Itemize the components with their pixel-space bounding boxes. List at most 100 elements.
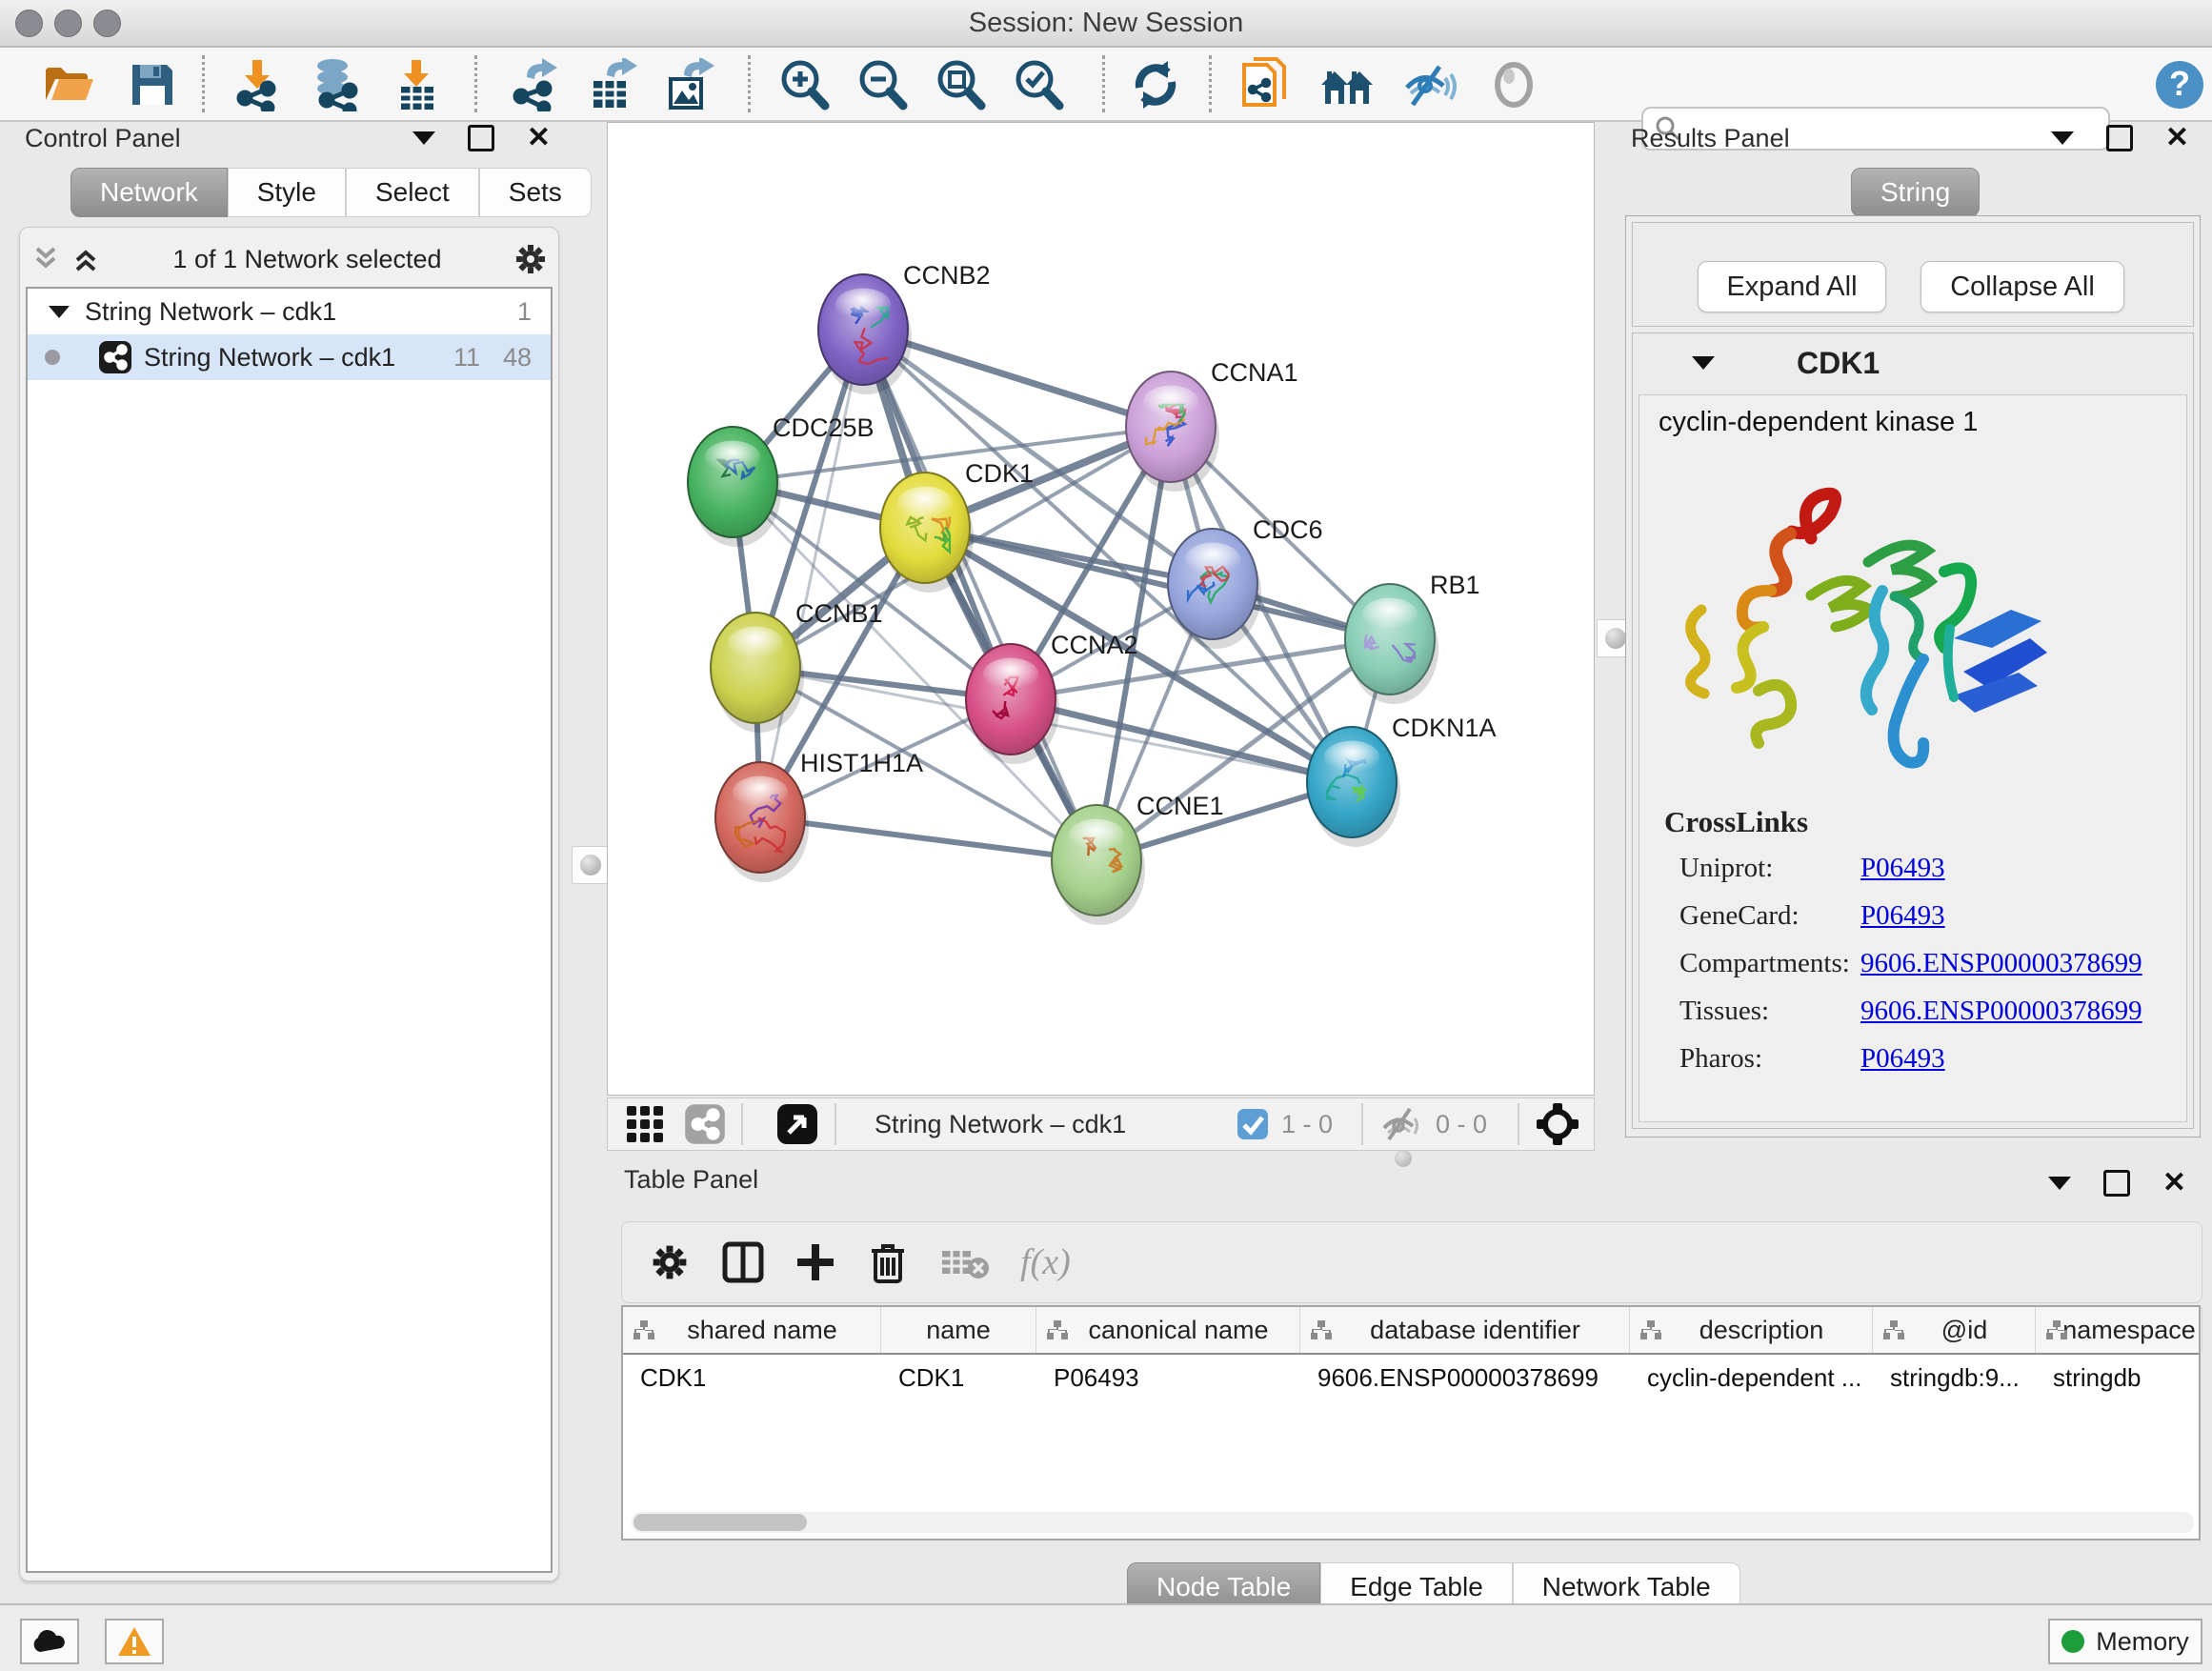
expand-all-icon[interactable]: [70, 243, 102, 275]
zoom-fit-icon[interactable]: [932, 57, 989, 112]
panel-menu-icon[interactable]: [2051, 131, 2074, 145]
network-share-icon: [98, 340, 132, 374]
network-node-HIST1H1A[interactable]: HIST1H1A: [715, 749, 923, 882]
network-node-CCNA1[interactable]: CCNA1: [1126, 358, 1298, 492]
hidden-eye-icon[interactable]: [1378, 1105, 1424, 1143]
table-cell[interactable]: stringdb: [2036, 1355, 2202, 1400]
network-collection-row[interactable]: String Network – cdk1 1: [28, 289, 551, 334]
toolbar-separator: [741, 1103, 743, 1145]
save-session-icon[interactable]: [124, 57, 181, 112]
crosslink-link[interactable]: P06493: [1860, 853, 1945, 884]
table-cell[interactable]: CDK1: [623, 1355, 881, 1400]
add-column-icon[interactable]: [794, 1240, 837, 1284]
birds-eye-view-icon[interactable]: [775, 1102, 819, 1146]
network-node-CDK1[interactable]: CDK1: [880, 459, 1034, 593]
column-header--id[interactable]: @id: [1873, 1307, 2036, 1353]
scrollbar-thumb[interactable]: [633, 1514, 807, 1531]
gear-icon[interactable]: [513, 241, 549, 277]
table-row[interactable]: CDK1CDK1P064939606.ENSP00000378699cyclin…: [623, 1355, 2199, 1400]
column-header-namespace[interactable]: namespace: [2036, 1307, 2202, 1353]
delete-table-icon[interactable]: [940, 1243, 990, 1281]
entry-expander-icon[interactable]: [1692, 356, 1715, 370]
import-network-from-database-icon[interactable]: [307, 57, 364, 112]
table-cell[interactable]: 9606.ENSP00000378699: [1300, 1355, 1630, 1400]
column-header-canonical-name[interactable]: canonical name: [1036, 1307, 1300, 1353]
float-panel-icon[interactable]: [2106, 125, 2133, 151]
table-cell[interactable]: CDK1: [881, 1355, 1036, 1400]
network-node-CCNA2[interactable]: CCNA2: [966, 631, 1138, 764]
network-node-CDKN1A[interactable]: CDKN1A: [1307, 714, 1497, 847]
node-result-header[interactable]: CDK1: [1633, 333, 2193, 393]
warning-button[interactable]: [105, 1619, 164, 1664]
tab-style[interactable]: Style: [228, 168, 346, 217]
network-view-canvas[interactable]: CCNB2 CCNA1 CDC25BCDK1 CDC6RB1 CCNB1 CCNA2 CDK…: [607, 122, 1595, 1096]
network-edges[interactable]: [733, 330, 1390, 860]
collapse-all-icon[interactable]: [30, 243, 62, 275]
help-icon[interactable]: ?: [2151, 57, 2208, 112]
network-node-CCNE1[interactable]: CCNE1: [1052, 792, 1224, 925]
table-cell[interactable]: P06493: [1036, 1355, 1300, 1400]
float-panel-icon[interactable]: [2103, 1170, 2130, 1197]
expand-all-button[interactable]: Expand All: [1698, 261, 1886, 312]
column-header-database-identifier[interactable]: database identifier: [1300, 1307, 1630, 1353]
zoom-out-icon[interactable]: [854, 57, 911, 112]
panel-menu-icon[interactable]: [2048, 1177, 2071, 1190]
share-view-icon[interactable]: [684, 1103, 726, 1145]
export-image-icon[interactable]: [662, 57, 719, 112]
close-panel-icon[interactable]: ✕: [2165, 128, 2189, 149]
table-cell[interactable]: cyclin-dependent ...: [1630, 1355, 1873, 1400]
memory-button[interactable]: Memory: [2048, 1619, 2202, 1664]
network-row[interactable]: String Network – cdk1 11 48: [28, 334, 551, 380]
network-node-CCNB1[interactable]: CCNB1: [711, 599, 883, 733]
zoom-in-icon[interactable]: [775, 57, 833, 112]
export-table-icon[interactable]: [585, 57, 642, 112]
network-node-CDC6[interactable]: CDC6: [1168, 515, 1323, 649]
float-panel-icon[interactable]: [468, 125, 494, 151]
left-splitter-handle[interactable]: [572, 846, 610, 884]
import-network-icon[interactable]: [229, 57, 286, 112]
network-node-CDC25B[interactable]: CDC25B: [688, 413, 875, 547]
tab-network[interactable]: Network: [70, 168, 228, 217]
tab-string[interactable]: String: [1851, 168, 1980, 217]
horizontal-scrollbar[interactable]: [632, 1512, 2194, 1533]
network-node-RB1[interactable]: RB1: [1345, 571, 1480, 704]
grid-view-icon[interactable]: [623, 1102, 667, 1146]
delete-column-icon[interactable]: [868, 1239, 908, 1285]
selected-checkbox-icon[interactable]: [1236, 1107, 1270, 1141]
select-columns-icon[interactable]: [721, 1240, 765, 1284]
crosslink-link[interactable]: 9606.ENSP00000378699: [1860, 996, 2142, 1027]
table-cell[interactable]: stringdb:9...: [1873, 1355, 2036, 1400]
crosslink-link[interactable]: 9606.ENSP00000378699: [1860, 948, 2142, 979]
network-node-CCNB2[interactable]: CCNB2: [818, 261, 991, 394]
column-header-shared-name[interactable]: shared name: [623, 1307, 881, 1353]
node-table[interactable]: shared namenamecanonical namedatabase id…: [621, 1305, 2201, 1540]
tab-select[interactable]: Select: [346, 168, 479, 217]
cloud-button[interactable]: [20, 1619, 79, 1664]
crosslink-link[interactable]: P06493: [1860, 1043, 1945, 1075]
network-node-count: 11: [453, 343, 480, 372]
string-network-graph[interactable]: CCNB2 CCNA1 CDC25BCDK1 CDC6RB1 CCNB1 CCNA2 CDK…: [608, 123, 1594, 1095]
zoom-selected-icon[interactable]: [1010, 57, 1067, 112]
close-panel-icon[interactable]: ✕: [527, 128, 551, 149]
crosslink-link[interactable]: P06493: [1860, 900, 1945, 932]
collection-expander-icon[interactable]: [49, 306, 70, 318]
panel-menu-icon[interactable]: [412, 131, 435, 145]
export-network-icon[interactable]: [507, 57, 564, 112]
selection-mode-icon[interactable]: [1535, 1101, 1580, 1147]
hide-glass-pane-icon[interactable]: [1400, 57, 1458, 112]
refresh-icon[interactable]: [1127, 57, 1184, 112]
close-panel-icon[interactable]: ✕: [2162, 1173, 2186, 1194]
column-header-description[interactable]: description: [1630, 1307, 1873, 1353]
application-window: Session: New Session: [0, 0, 2212, 1671]
collection-count: 1: [517, 297, 532, 327]
tab-sets[interactable]: Sets: [479, 168, 592, 217]
network-view-toolbar: String Network – cdk1 1 - 0 0 - 0: [607, 1097, 1595, 1151]
string-documentation-icon[interactable]: [1237, 57, 1294, 112]
import-table-icon[interactable]: [388, 57, 445, 112]
inspector-eye-icon[interactable]: [1485, 57, 1542, 112]
collapse-all-button[interactable]: Collapse All: [1920, 261, 2124, 312]
gear-icon[interactable]: [649, 1241, 691, 1283]
string-home-icon[interactable]: [1318, 57, 1376, 112]
column-header-name[interactable]: name: [881, 1307, 1036, 1353]
open-session-icon[interactable]: [40, 57, 97, 112]
